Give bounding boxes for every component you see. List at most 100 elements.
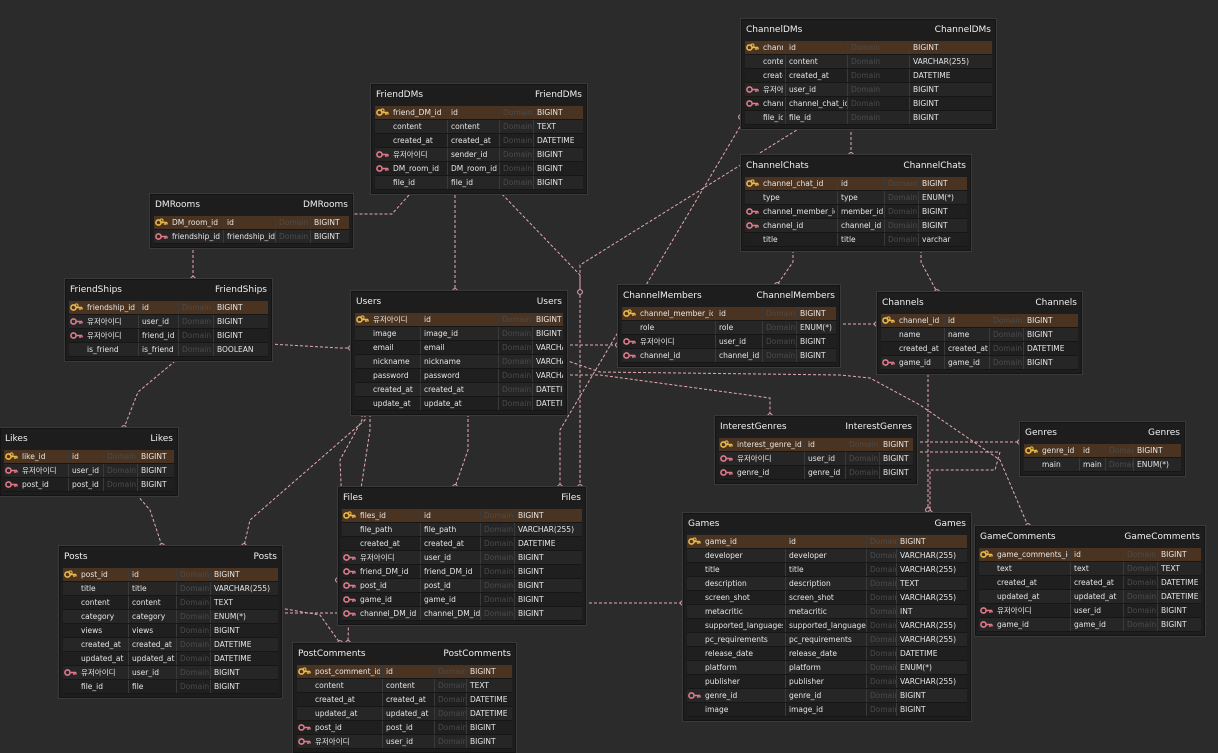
entity-header[interactable]: GameComments GameComments (976, 527, 1204, 548)
entity-channelchats[interactable]: ChannelChats ChannelChats channel_chat_id i… (741, 155, 971, 251)
foreign-key-row[interactable]: 유저아이디user_idDomainBIGINT (719, 452, 913, 466)
entity-frienddms[interactable]: FriendDMs FriendDMs friend_DM_id id Domain BI… (371, 84, 587, 194)
foreign-key-row[interactable]: post_id post_id Domain BIGINT (4, 478, 174, 492)
column-row[interactable]: platformplatformDomainENUM(*) (687, 661, 967, 675)
entity-header[interactable]: Games Games (684, 514, 970, 535)
foreign-key-row[interactable]: 유저아이디user_idDomainBIGINT (342, 551, 582, 565)
foreign-key-row[interactable]: 유저아이디 sender_id Domain BIGINT (375, 148, 583, 162)
column-row[interactable]: content content Domain TEXT (375, 120, 583, 134)
column-row[interactable]: pc_requirementspc_requirementsDomainVARC… (687, 633, 967, 647)
primary-key-row[interactable]: channel_id id Domain BIGINT (881, 314, 1078, 328)
primary-key-row[interactable]: like_id id Domain BIGINT (4, 450, 174, 464)
primary-key-row[interactable]: post_id id Domain BIGINT (63, 568, 278, 582)
column-row[interactable]: role role Domain ENUM(*) (622, 321, 836, 335)
column-row[interactable]: content content Domain TEXT (63, 596, 278, 610)
relationship-line[interactable] (279, 607, 341, 644)
column-row[interactable]: screen_shotscreen_shotDomainVARCHAR(255) (687, 591, 967, 605)
column-row[interactable]: image image_idDomainBIGINT (687, 703, 967, 717)
entity-posts[interactable]: Posts Posts post_id id Domain BIGINT title titl… (59, 546, 282, 698)
column-row[interactable]: created_atcreated_atDomainDATETIME (63, 638, 278, 652)
column-row[interactable]: file_path file_path Domain VARCHAR(255) (342, 523, 582, 537)
primary-key-row[interactable]: DM_room_id id Domain BIGINT (154, 216, 349, 230)
primary-key-row[interactable]: channel_DM_ididDomainBIGINT (745, 41, 992, 55)
foreign-key-row[interactable]: friendship_id friendship_id Domain BIGINT (154, 230, 349, 244)
foreign-key-row[interactable]: 유저아이디user_idDomainBIGINT (745, 83, 992, 97)
column-row[interactable]: name name Domain BIGINT (881, 328, 1078, 342)
relationship-line[interactable] (565, 374, 771, 416)
foreign-key-row[interactable]: post_id post_id Domain BIGINT (297, 721, 512, 735)
foreign-key-row[interactable]: game_id game_id Domain BIGINT (342, 593, 582, 607)
foreign-key-row[interactable]: 유저아이디user_idDomainBIGINT (297, 735, 512, 749)
entity-files[interactable]: Files Files files_id id Domain BIGINT file_pat… (338, 487, 586, 625)
column-row[interactable]: created_atcreated_atDomainDATETIME (881, 342, 1078, 356)
column-row[interactable]: text text Domain TEXT (979, 562, 1201, 576)
foreign-key-row[interactable]: genre_idgenre_idDomainBIGINT (687, 689, 967, 703)
column-row[interactable]: content content Domain TEXT (297, 679, 512, 693)
column-row[interactable]: developerdeveloperDomainVARCHAR(255) (687, 549, 967, 563)
column-row[interactable]: metacriticmetacriticDomainINT (687, 605, 967, 619)
relationship-line[interactable] (269, 343, 351, 349)
foreign-key-row[interactable]: 유저아이디user_idDomainBIGINT (63, 666, 278, 680)
entity-header[interactable]: FriendDMs FriendDMs (372, 85, 586, 106)
foreign-key-row[interactable]: game_id game_id Domain BIGINT (979, 618, 1201, 632)
entity-header[interactable]: Files Files (339, 488, 585, 509)
primary-key-row[interactable]: game_id idDomainBIGINT (687, 535, 967, 549)
foreign-key-row[interactable]: 유저아이디user_idDomainBIGINT (622, 335, 836, 349)
entity-header[interactable]: Users Users (352, 292, 566, 313)
column-row[interactable]: updated_at updated_at Domain DATETIME (63, 652, 278, 666)
entity-genres[interactable]: Genres Genres genre_id idDomainBIGINT main ma… (1020, 422, 1185, 476)
entity-channelmembers[interactable]: ChannelMembers ChannelMembers channel_memb… (618, 285, 840, 367)
entity-header[interactable]: Channels Channels (878, 293, 1081, 314)
entity-games[interactable]: GamesGamesgame_ididDomainBIGINTdeveloper… (683, 513, 971, 721)
entity-header[interactable]: Genres Genres (1021, 423, 1184, 444)
entity-users[interactable]: Users Users 유저아이디 id Domain BIGINT image image_… (351, 291, 567, 415)
entity-channels[interactable]: Channels Channels channel_id id Domain BIGINT… (877, 292, 1082, 374)
column-row[interactable]: category category Domain ENUM(*) (63, 610, 278, 624)
entity-header[interactable]: FriendShips FriendShips (66, 280, 271, 301)
column-row[interactable]: image image_idDomainBIGINT (355, 327, 563, 341)
column-row[interactable]: created_atcreated_atDomainDATETIME (342, 537, 582, 551)
primary-key-row[interactable]: friend_DM_id id Domain BIGINT (375, 106, 583, 120)
entity-header[interactable]: PostComments PostComments (294, 644, 515, 665)
foreign-key-row[interactable]: channel_id channel_id Domain BIGINT (745, 219, 967, 233)
column-row[interactable]: updated_at updated_at Domain DATETIME (297, 707, 512, 721)
column-row[interactable]: titletitleDomainVARCHAR(255) (63, 582, 278, 596)
column-row[interactable]: created_atcreated_atDomainDATETIME (297, 693, 512, 707)
column-row[interactable]: created_atcreated_atDomainDATETIME (979, 576, 1201, 590)
primary-key-row[interactable]: 유저아이디 id Domain BIGINT (355, 313, 563, 327)
column-row[interactable]: is_friend is_friend Domain BOOLEAN (69, 343, 268, 357)
primary-key-row[interactable]: post_comment_id id Domain BIGINT (297, 665, 512, 679)
entity-header[interactable]: ChannelChats ChannelChats (742, 156, 970, 177)
foreign-key-row[interactable]: friend_DM_id friend_DM_id Domain BIGINT (342, 565, 582, 579)
primary-key-row[interactable]: channel_chat_id id Domain BIGINT (745, 177, 967, 191)
relationship-line[interactable] (915, 451, 1001, 513)
column-row[interactable]: file_id file_id Domain BIGINT (745, 111, 992, 125)
entity-interestgenres[interactable]: InterestGenres InterestGenres interest_gen… (715, 416, 917, 484)
relationship-line[interactable] (499, 180, 581, 292)
column-row[interactable]: descriptiondescriptionDomainTEXT (687, 577, 967, 591)
column-row[interactable]: created_atcreated_atDomainDATETIME (355, 383, 563, 397)
column-row[interactable]: publisherpublisherDomainVARCHAR(255) (687, 675, 967, 689)
primary-key-row[interactable]: files_id id Domain BIGINT (342, 509, 582, 523)
column-row[interactable]: emailemailDomainVARCHAR(255) (355, 341, 563, 355)
column-row[interactable]: created_atcreated_atDomainDATETIME (375, 134, 583, 148)
column-row[interactable]: type type Domain ENUM(*) (745, 191, 967, 205)
foreign-key-row[interactable]: 유저아이디user_idDomainBIGINT (4, 464, 174, 478)
entity-header[interactable]: ChannelDMs ChannelDMs (742, 20, 995, 41)
entity-header[interactable]: InterestGenres InterestGenres (716, 417, 916, 438)
entity-header[interactable]: Likes Likes (1, 429, 177, 450)
column-row[interactable]: release_daterelease_dateDomainDATETIME (687, 647, 967, 661)
column-row[interactable]: file_id file_id Domain BIGINT (375, 176, 583, 190)
column-row[interactable]: passwordpasswordDomainVARCHAR(255) (355, 369, 563, 383)
foreign-key-row[interactable]: channel_chat_idchannel_chat_idDomainBIGI… (745, 97, 992, 111)
column-row[interactable]: file_id file Domain BIGINT (63, 680, 278, 694)
column-row[interactable]: contentcontentDomainVARCHAR(255) (745, 55, 992, 69)
column-row[interactable]: created_atcreated_atDomainDATETIME (745, 69, 992, 83)
column-row[interactable]: update_atupdate_atDomainDATETIME (355, 397, 563, 411)
primary-key-row[interactable]: genre_id idDomainBIGINT (1024, 444, 1181, 458)
entity-gamecomments[interactable]: GameComments GameComments game_comments_id… (975, 526, 1205, 636)
primary-key-row[interactable]: friendship_id id Domain BIGINT (69, 301, 268, 315)
entity-friendships[interactable]: FriendShips FriendShips friendship_id id Dom… (65, 279, 272, 361)
foreign-key-row[interactable]: 유저아이디user_idDomainBIGINT (979, 604, 1201, 618)
foreign-key-row[interactable]: channel_member_id member_id Domain BIGINT (745, 205, 967, 219)
